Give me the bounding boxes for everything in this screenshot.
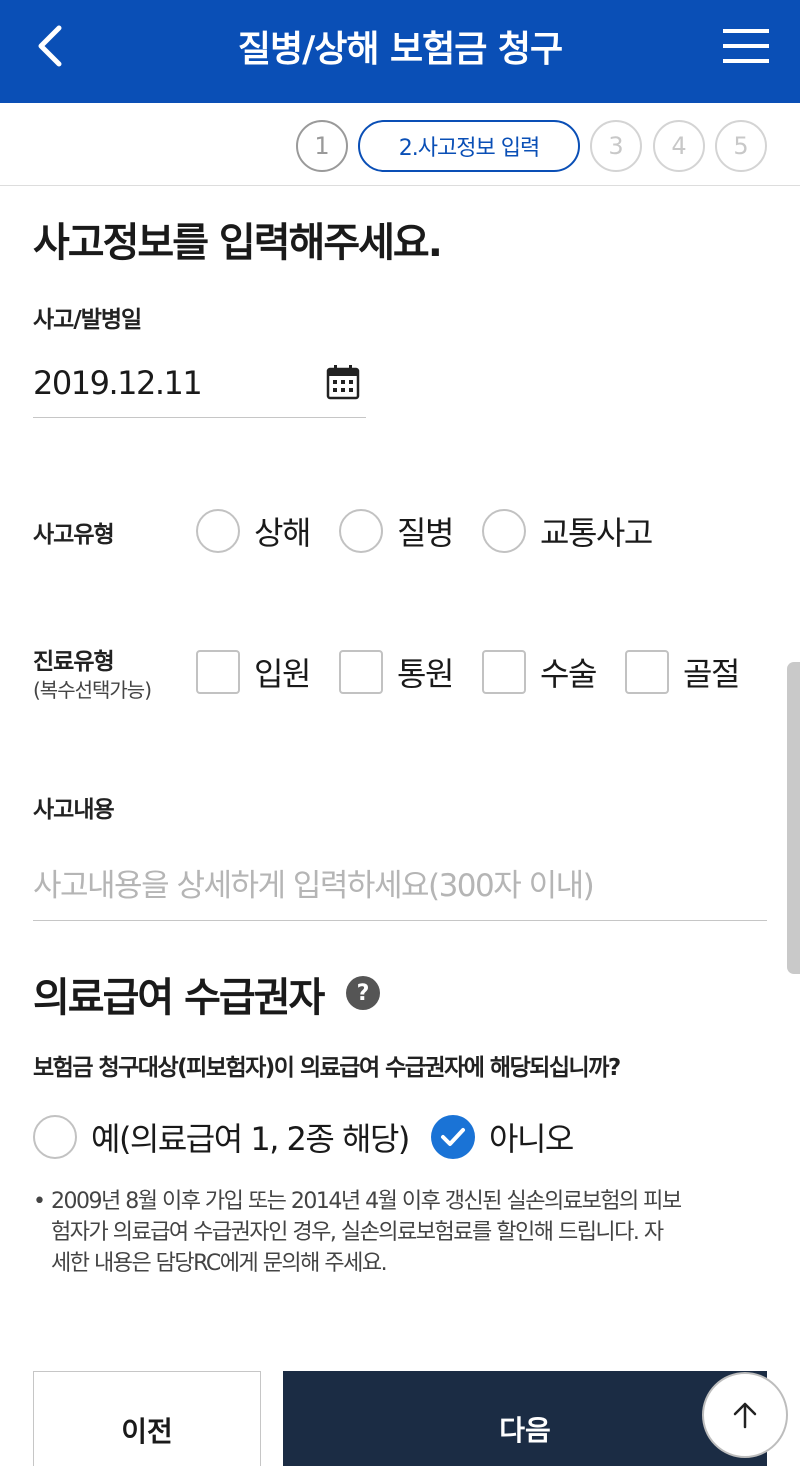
question-mark-icon[interactable]: ? xyxy=(346,976,380,1010)
traffic-accident-radio[interactable] xyxy=(482,509,526,553)
accident-type-label: 사고유형 xyxy=(33,522,115,548)
medical-aid-option-no[interactable]: 아니오 xyxy=(431,1114,574,1160)
accident-type-option-injury[interactable]: 상해 xyxy=(196,508,311,554)
outpatient-checkbox[interactable] xyxy=(339,650,383,694)
checkmark-icon xyxy=(441,1128,465,1146)
note-line: 험자가 의료급여 수급권자인 경우, 실손의료보험료를 할인해 드립니다. 자 xyxy=(51,1220,664,1245)
step-5: 5 xyxy=(715,120,767,172)
surgery-label: 수술 xyxy=(540,655,597,693)
inpatient-checkbox[interactable] xyxy=(196,650,240,694)
outpatient-label: 통원 xyxy=(397,655,454,693)
inpatient-label: 입원 xyxy=(254,655,311,693)
date-field[interactable]: 2019.12.11 xyxy=(33,352,366,418)
medical-aid-question: 보험금 청구대상(피보험자)이 의료급여 수급권자에 해당되십니까? xyxy=(33,1055,621,1081)
scroll-to-top-button[interactable] xyxy=(702,1372,788,1458)
date-label: 사고/발병일 xyxy=(33,307,142,333)
disease-radio[interactable] xyxy=(339,509,383,553)
prev-button[interactable]: 이전 xyxy=(33,1371,261,1466)
form-title: 사고정보를 입력해주세요. xyxy=(33,220,443,266)
note-line: 2009년 8월 이후 가입 또는 2014년 4월 이후 갱신된 실손의료보험… xyxy=(51,1189,682,1214)
fracture-label: 골절 xyxy=(683,655,740,693)
treatment-type-sublabel: (복수선택가능) xyxy=(33,678,152,702)
app-header: 질병/상해 보험금 청구 xyxy=(0,0,800,103)
treatment-option-outpatient[interactable]: 통원 xyxy=(339,649,454,695)
details-label: 사고내용 xyxy=(33,797,115,823)
surgery-checkbox[interactable] xyxy=(482,650,526,694)
note-line: 세한 내용은 담당RC에게 문의해 주세요. xyxy=(51,1251,388,1276)
no-label: 아니오 xyxy=(489,1120,574,1158)
traffic-accident-label: 교통사고 xyxy=(540,514,653,552)
treatment-option-surgery[interactable]: 수술 xyxy=(482,649,597,695)
yes-label: 예(의료급여 1, 2종 해당) xyxy=(91,1120,410,1158)
treatment-type-label: 진료유형 xyxy=(33,649,115,675)
step-1: 1 xyxy=(296,120,348,172)
injury-radio[interactable] xyxy=(196,509,240,553)
injury-label: 상해 xyxy=(254,514,311,552)
step-2-active: 2.사고정보 입력 xyxy=(358,120,580,172)
step-3: 3 xyxy=(590,120,642,172)
step-4: 4 xyxy=(653,120,705,172)
medical-aid-note: • 2009년 8월 이후 가입 또는 2014년 4월 이후 갱신된 실손의료… xyxy=(33,1186,763,1279)
step-indicator: 1 2.사고정보 입력 3 4 5 xyxy=(0,103,800,186)
accident-details-input[interactable]: 사고내용을 상세하게 입력하세요(300자 이내) xyxy=(33,846,767,921)
treatment-option-inpatient[interactable]: 입원 xyxy=(196,649,311,695)
medical-aid-title: 의료급여 수급권자 xyxy=(33,975,325,1021)
date-value: 2019.12.11 xyxy=(33,364,203,402)
scrollbar-thumb[interactable] xyxy=(787,662,800,974)
medical-aid-option-yes[interactable]: 예(의료급여 1, 2종 해당) xyxy=(33,1114,410,1160)
accident-type-option-traffic[interactable]: 교통사고 xyxy=(482,508,653,554)
page-header-title: 질병/상해 보험금 청구 xyxy=(237,29,563,70)
accident-type-option-disease[interactable]: 질병 xyxy=(339,508,454,554)
next-button[interactable]: 다음 xyxy=(283,1371,767,1466)
menu-button[interactable] xyxy=(718,22,774,70)
hamburger-menu-icon xyxy=(723,29,769,63)
calendar-icon[interactable] xyxy=(326,364,360,400)
note-bullet: • xyxy=(33,1189,46,1214)
arrow-up-icon xyxy=(733,1402,757,1429)
treatment-option-fracture[interactable]: 골절 xyxy=(625,649,740,695)
fracture-checkbox[interactable] xyxy=(625,650,669,694)
disease-label: 질병 xyxy=(397,514,454,552)
yes-radio[interactable] xyxy=(33,1115,77,1159)
no-radio-checked[interactable] xyxy=(431,1115,475,1159)
